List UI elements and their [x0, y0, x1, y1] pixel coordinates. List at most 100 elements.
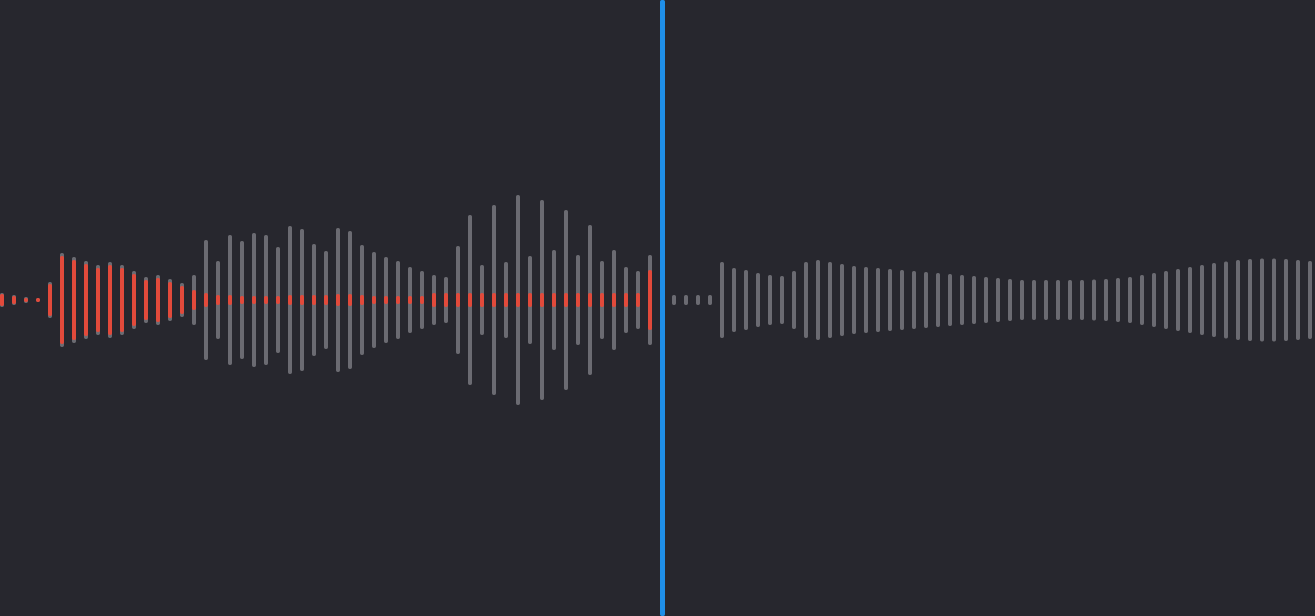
waveform-sample: [708, 295, 712, 305]
waveform-sample-progress: [468, 293, 472, 307]
waveform-sample: [780, 276, 784, 324]
waveform-sample-progress: [636, 293, 640, 307]
waveform-sample-progress: [360, 295, 364, 305]
waveform-sample-progress: [60, 256, 64, 344]
waveform-sample: [948, 274, 952, 326]
waveform-sample-progress: [516, 293, 520, 307]
waveform-sample: [1200, 265, 1204, 335]
waveform-sample-progress: [588, 293, 592, 307]
waveform-sample: [696, 295, 700, 305]
waveform-sample-progress: [540, 293, 544, 307]
waveform-sample: [816, 260, 820, 340]
waveform-sample-progress: [576, 293, 580, 307]
audio-waveform-viewport[interactable]: [0, 0, 1315, 616]
waveform-sample: [1308, 261, 1312, 339]
waveform-sample-progress: [336, 294, 340, 306]
waveform-sample-progress: [408, 296, 412, 304]
waveform-sample: [984, 277, 988, 323]
waveform-sample-progress: [444, 293, 448, 307]
waveform-sample: [972, 276, 976, 324]
waveform-sample: [1032, 280, 1036, 320]
waveform-sample-progress: [204, 293, 208, 307]
waveform-sample-progress: [240, 296, 244, 304]
waveform-sample-progress: [552, 293, 556, 307]
waveform-sample: [1008, 279, 1012, 321]
waveform-sample-progress: [396, 296, 400, 304]
waveform-sample: [1164, 271, 1168, 329]
waveform-sample-progress: [180, 286, 184, 314]
waveform-sample: [828, 262, 832, 338]
waveform-sample-progress: [648, 270, 652, 330]
waveform-sample-progress: [612, 293, 616, 307]
waveform-sample: [924, 272, 928, 328]
waveform-sample-progress: [252, 296, 256, 304]
waveform-sample-progress: [108, 265, 112, 335]
waveform-sample-progress: [0, 294, 4, 306]
waveform-sample-progress: [228, 295, 232, 305]
waveform-sample: [1260, 259, 1264, 342]
waveform-sample-progress: [312, 295, 316, 305]
waveform-sample: [1296, 260, 1300, 340]
waveform-sample-progress: [132, 274, 136, 326]
waveform-sample: [936, 273, 940, 327]
waveform-sample-progress: [456, 293, 460, 307]
waveform-sample-progress: [120, 268, 124, 332]
waveform-sample-progress: [528, 293, 532, 307]
waveform-sample: [756, 273, 760, 327]
waveform-sample-progress: [84, 264, 88, 336]
waveform-sample: [1284, 259, 1288, 341]
waveform-sample-progress: [96, 268, 100, 332]
waveform-sample-progress: [48, 284, 52, 316]
waveform-sample-progress: [432, 293, 436, 307]
waveform-sample: [1020, 280, 1024, 320]
waveform-sample-progress: [348, 294, 352, 306]
waveform-sample: [900, 270, 904, 330]
waveform-sample: [804, 262, 808, 338]
waveform-sample: [1248, 259, 1252, 341]
waveform-sample: [1116, 278, 1120, 322]
waveform-sample-progress: [288, 295, 292, 305]
waveform-sample-progress: [600, 293, 604, 307]
waveform-sample: [864, 267, 868, 333]
waveform-sample-progress: [216, 295, 220, 305]
waveform-sample: [852, 266, 856, 334]
waveform-sample-progress: [300, 295, 304, 305]
waveform-sample-progress: [420, 296, 424, 304]
waveform-sample-progress: [276, 296, 280, 304]
waveform-sample: [768, 275, 772, 325]
playhead-cursor[interactable]: [660, 0, 665, 616]
waveform-sample: [1140, 275, 1144, 325]
waveform-sample: [1068, 280, 1072, 320]
waveform-track[interactable]: [0, 0, 1315, 616]
waveform-sample: [840, 264, 844, 336]
waveform-sample: [1236, 260, 1240, 340]
waveform-sample: [1176, 269, 1180, 331]
waveform-sample-progress: [624, 293, 628, 307]
waveform-sample-progress: [372, 296, 376, 304]
waveform-sample: [1104, 279, 1108, 321]
waveform-sample-progress: [480, 293, 484, 307]
waveform-sample-progress: [24, 298, 28, 302]
waveform-sample-progress: [384, 296, 388, 304]
waveform-sample: [720, 262, 724, 338]
waveform-sample-progress: [144, 280, 148, 320]
waveform-sample-progress: [324, 295, 328, 305]
waveform-sample: [1056, 280, 1060, 320]
waveform-sample-progress: [264, 296, 268, 304]
waveform-sample: [888, 269, 892, 331]
waveform-sample-progress: [156, 278, 160, 322]
waveform-sample: [1044, 280, 1048, 320]
waveform-sample: [744, 270, 748, 330]
waveform-sample: [1272, 259, 1276, 342]
waveform-sample: [1128, 277, 1132, 323]
waveform-sample: [732, 268, 736, 332]
waveform-sample-progress: [72, 260, 76, 340]
waveform-sample: [960, 275, 964, 325]
waveform-sample-progress: [168, 282, 172, 318]
waveform-sample: [1092, 280, 1096, 321]
waveform-sample: [912, 271, 916, 329]
waveform-sample-progress: [36, 298, 40, 302]
waveform-sample-progress: [192, 290, 196, 310]
waveform-sample-progress: [504, 293, 508, 307]
waveform-sample-progress: [492, 293, 496, 307]
